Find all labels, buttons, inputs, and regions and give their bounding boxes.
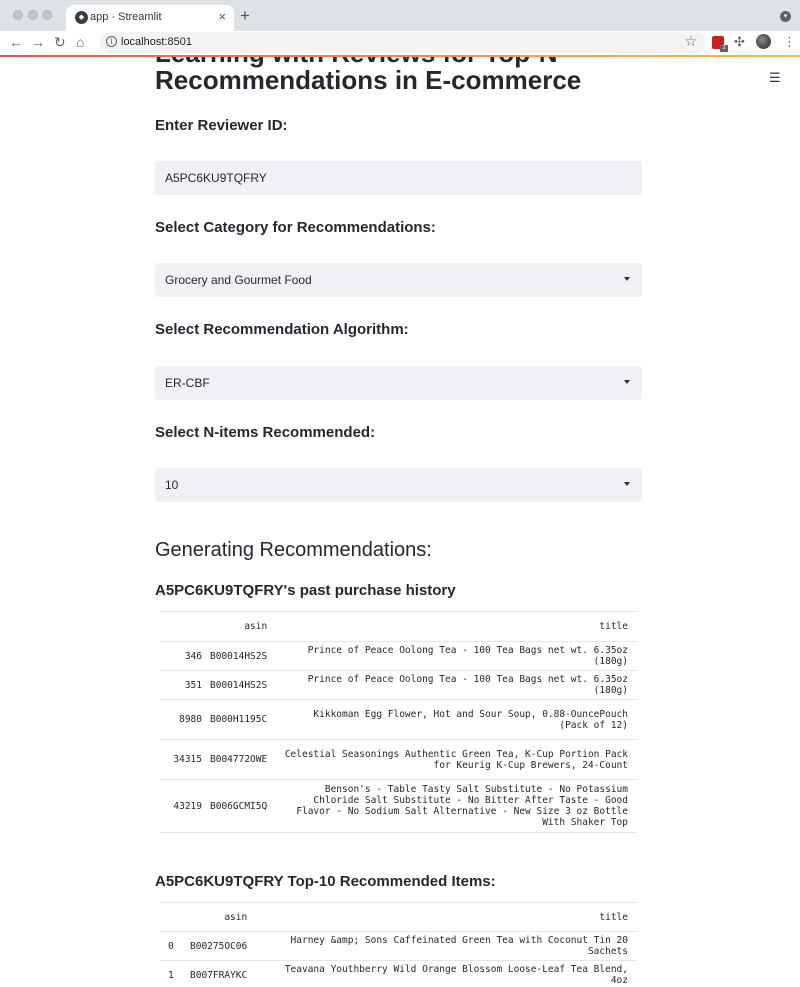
streamlit-favicon-icon: ◆ — [75, 11, 88, 24]
row-index: 1 — [160, 960, 190, 987]
index-header — [160, 902, 190, 932]
n-items-value: 10 — [165, 478, 179, 492]
algorithm-label: Select Recommendation Algorithm: — [155, 321, 409, 338]
tab-title: app · Streamlit — [90, 11, 162, 23]
recommended-table: asin title 0 B00275OC06 Harney &amp; Son… — [160, 902, 636, 987]
browser-tab[interactable]: ◆ app · Streamlit × — [66, 5, 234, 31]
page-title: Learning with Reviews for Top-N Recommen… — [155, 57, 582, 95]
bookmark-star-icon[interactable]: ☆ — [684, 33, 697, 50]
row-asin: B00014HS2S — [210, 641, 276, 671]
row-index: 43219 — [160, 779, 210, 833]
history-table: asin title 346 B00014HS2S Prince of Peac… — [160, 611, 636, 833]
home-icon[interactable]: ⌂ — [76, 34, 84, 51]
row-title: Prince of Peace Oolong Tea - 100 Tea Bag… — [275, 670, 636, 700]
url-text: localhost:8501 — [121, 36, 192, 48]
row-title: Teavana Youthberry Wild Orange Blossom L… — [255, 960, 636, 987]
reviewer-id-input[interactable]: A5PC6KU9TQFRY — [155, 161, 642, 195]
row-index: 351 — [160, 670, 210, 700]
reviewer-id-label: Enter Reviewer ID: — [155, 117, 288, 134]
app-main: Learning with Reviews for Top-N Recommen… — [0, 57, 800, 987]
row-asin: B00275OC06 — [190, 931, 256, 961]
reload-icon[interactable]: ↻ — [54, 34, 66, 51]
extension-shield-icon[interactable]: 1 — [712, 36, 728, 52]
new-tab-button[interactable]: + — [240, 7, 250, 24]
site-info-icon[interactable]: i — [106, 36, 117, 47]
table-header-row: asin title — [160, 902, 636, 932]
chevron-down-icon — [624, 380, 630, 384]
browser-tab-bar: ◆ app · Streamlit × + ▾ — [0, 0, 800, 31]
index-header — [160, 611, 210, 642]
category-label: Select Category for Recommendations: — [155, 219, 436, 236]
extension-badge: 1 — [720, 45, 728, 52]
table-row: 8980 B000H1195C Kikkoman Egg Flower, Hot… — [160, 699, 636, 740]
asin-header: asin — [190, 902, 256, 932]
puzzle-icon[interactable]: ✣ — [734, 34, 745, 50]
row-asin: B006GCMI5Q — [210, 779, 276, 833]
row-asin: B00014HS2S — [210, 670, 276, 700]
table-row: 0 B00275OC06 Harney &amp; Sons Caffeinat… — [160, 931, 636, 961]
row-title: Benson's - Table Tasty Salt Substitute -… — [275, 779, 636, 833]
table-header-row: asin title — [160, 611, 636, 642]
chevron-down-icon — [624, 277, 630, 281]
n-items-select[interactable]: 10 — [155, 468, 642, 502]
row-asin: B000H1195C — [210, 699, 276, 740]
reviewer-id-value: A5PC6KU9TQFRY — [165, 171, 267, 185]
close-tab-icon[interactable]: × — [218, 9, 226, 24]
row-title: Harney &amp; Sons Caffeinated Green Tea … — [255, 931, 636, 961]
profile-avatar[interactable] — [756, 34, 771, 49]
row-title: Kikkoman Egg Flower, Hot and Sour Soup, … — [275, 699, 636, 740]
row-index: 0 — [160, 931, 190, 961]
title-header: title — [275, 611, 636, 642]
algorithm-select[interactable]: ER-CBF — [155, 366, 642, 400]
row-title: Prince of Peace Oolong Tea - 100 Tea Bag… — [275, 641, 636, 671]
table-row: 346 B00014HS2S Prince of Peace Oolong Te… — [160, 641, 636, 671]
table-row: 351 B00014HS2S Prince of Peace Oolong Te… — [160, 670, 636, 700]
tab-search-icon[interactable]: ▾ — [780, 11, 791, 22]
table-row: 43219 B006GCMI5Q Benson's - Table Tasty … — [160, 779, 636, 833]
title-header: title — [255, 902, 636, 932]
recommended-heading: A5PC6KU9TQFRY Top-10 Recommended Items: — [155, 873, 496, 890]
row-index: 34315 — [160, 739, 210, 780]
forward-arrow-icon[interactable]: → — [31, 34, 45, 51]
history-heading: A5PC6KU9TQFRY's past purchase history — [155, 582, 456, 599]
table-row: 1 B007FRAYKC Teavana Youthberry Wild Ora… — [160, 960, 636, 987]
address-bar[interactable]: i localhost:8501 ☆ — [100, 32, 706, 53]
window-close-button[interactable] — [13, 10, 23, 20]
generating-heading: Generating Recommendations: — [155, 539, 432, 561]
n-items-label: Select N-items Recommended: — [155, 424, 376, 441]
category-value: Grocery and Gourmet Food — [165, 273, 312, 287]
window-zoom-button[interactable] — [42, 10, 52, 20]
row-index: 8980 — [160, 699, 210, 740]
back-arrow-icon[interactable]: ← — [9, 34, 23, 51]
asin-header: asin — [210, 611, 276, 642]
row-asin: B004772OWE — [210, 739, 276, 780]
category-select[interactable]: Grocery and Gourmet Food — [155, 263, 642, 297]
browser-toolbar: ← → ↻ ⌂ i localhost:8501 ☆ — [0, 31, 800, 55]
window-minimize-button[interactable] — [28, 10, 38, 20]
hamburger-menu-icon[interactable]: ☰ — [769, 70, 781, 86]
algorithm-value: ER-CBF — [165, 376, 210, 390]
table-row: 34315 B004772OWE Celestial Seasonings Au… — [160, 739, 636, 780]
chevron-down-icon — [624, 482, 630, 486]
row-title: Celestial Seasonings Authentic Green Tea… — [275, 739, 636, 780]
row-index: 346 — [160, 641, 210, 671]
row-asin: B007FRAYKC — [190, 960, 256, 987]
browser-menu-icon[interactable]: ⋮ — [783, 34, 796, 50]
